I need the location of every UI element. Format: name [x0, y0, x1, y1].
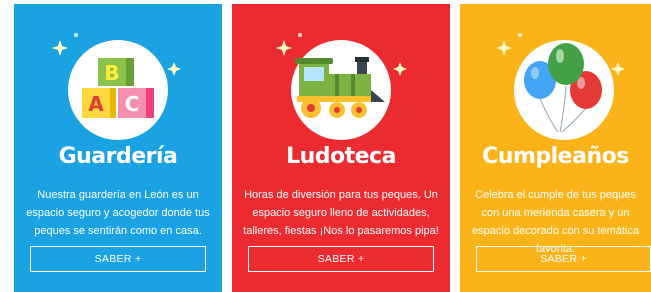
card-guarderia: B A C Guardería Nuestra guardería en Leó…	[14, 4, 222, 292]
card-title: Cumpleaños	[482, 144, 629, 169]
saber-mas-button[interactable]: SABER +	[476, 246, 651, 272]
card-title: Ludoteca	[286, 144, 396, 169]
card-description: Horas de diversión para tus peques. Un e…	[243, 189, 439, 237]
svg-text:A: A	[88, 92, 104, 116]
svg-text:C: C	[125, 92, 140, 116]
card-ludoteca: Ludoteca Horas de diversión para tus peq…	[232, 4, 450, 292]
svg-text:B: B	[104, 61, 119, 85]
card-title: Guardería	[58, 144, 178, 169]
abc-blocks-icon: B A C	[68, 40, 168, 140]
saber-mas-button[interactable]: SABER +	[30, 246, 206, 272]
saber-mas-button[interactable]: SABER +	[248, 246, 434, 272]
toy-train-icon	[291, 40, 391, 140]
balloons-icon	[514, 40, 614, 140]
card-cumpleanos: Cumpleaños Celebra el cumple de tus pequ…	[460, 4, 651, 292]
card-description: Nuestra guardería en León es un espacio …	[26, 189, 210, 237]
